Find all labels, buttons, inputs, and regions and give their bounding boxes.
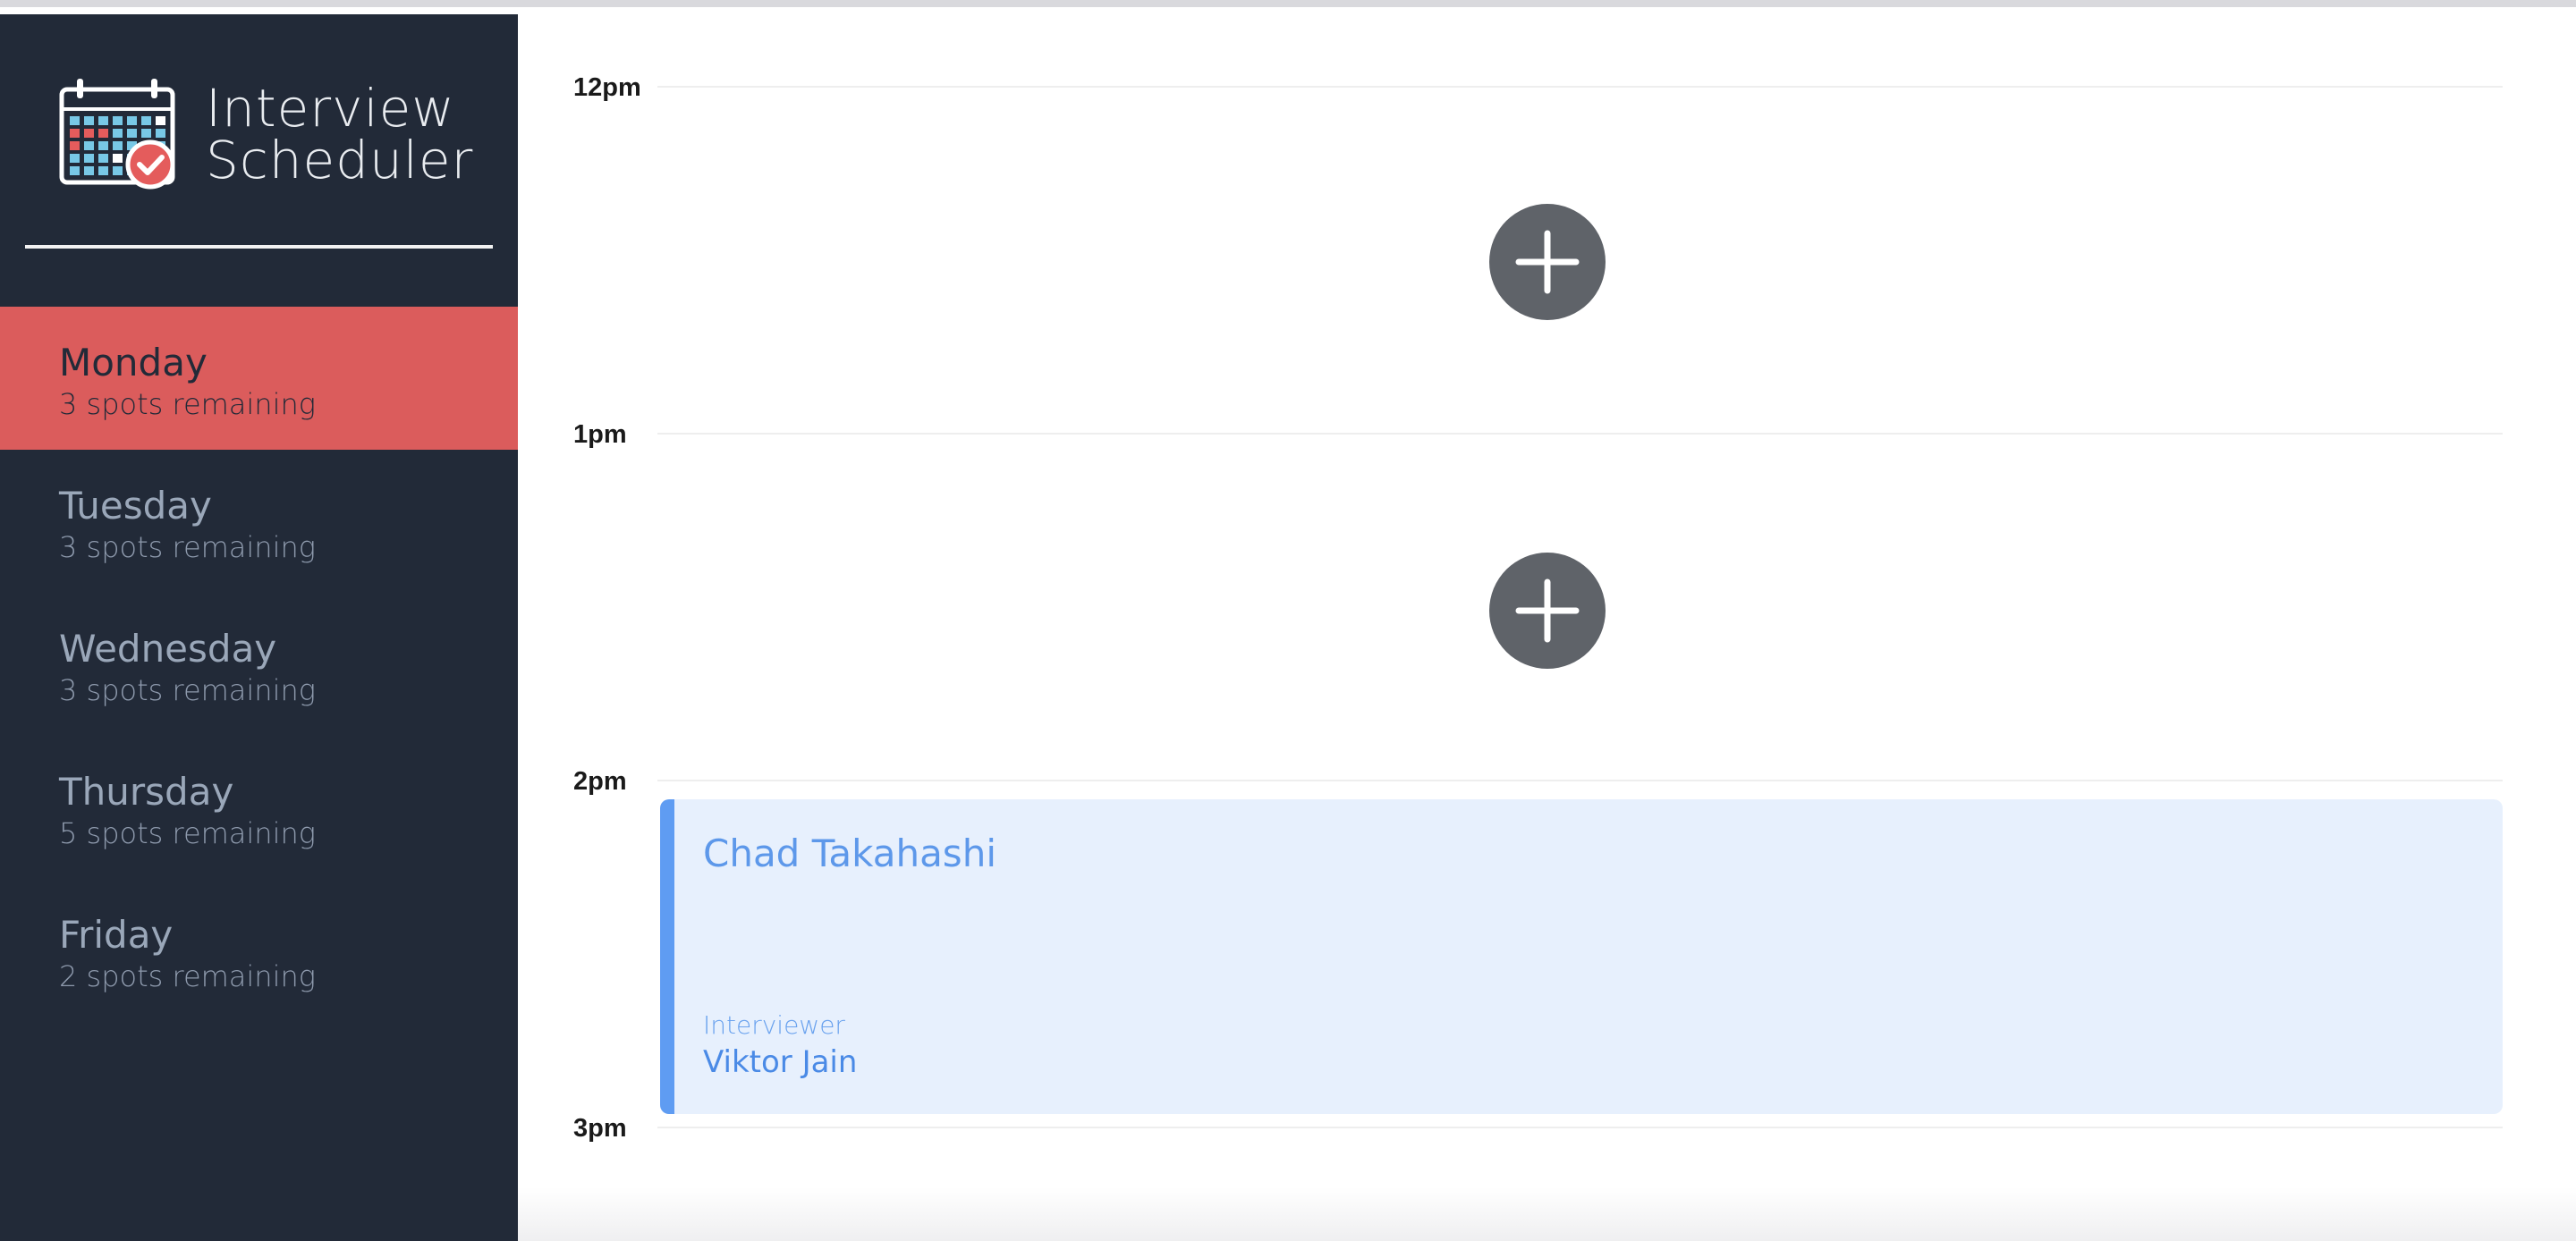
calendar-cell xyxy=(70,129,80,138)
time-label-12pm: 12pm xyxy=(573,73,641,102)
calendar-cell xyxy=(84,154,94,163)
app-window: Interview Scheduler Monday 3 spots remai… xyxy=(0,0,2576,1241)
calendar-cell xyxy=(113,129,123,138)
calendar-cell xyxy=(98,154,108,163)
calendar-cell xyxy=(70,141,80,150)
sidebar: Interview Scheduler Monday 3 spots remai… xyxy=(0,14,518,1241)
calendar-cell xyxy=(113,141,123,150)
calendar-cell xyxy=(84,116,94,125)
day-spots-remaining: 3 spots remaining xyxy=(59,387,316,421)
day-spots-remaining: 5 spots remaining xyxy=(59,816,316,850)
scroll-fade xyxy=(518,1187,2576,1241)
time-label-3pm: 3pm xyxy=(573,1114,627,1143)
student-name: Chad Takahashi xyxy=(703,832,996,875)
interviewer-name: Viktor Jain xyxy=(703,1044,858,1080)
add-appointment-button[interactable] xyxy=(1489,553,1606,669)
time-label-2pm: 2pm xyxy=(573,767,627,796)
day-name: Thursday xyxy=(59,770,234,814)
calendar-cell xyxy=(70,116,80,125)
time-label-1pm: 1pm xyxy=(573,420,627,449)
day-spots-remaining: 3 spots remaining xyxy=(59,673,316,707)
interviewer-label: Interviewer xyxy=(703,1010,845,1040)
calendar-check-icon xyxy=(59,79,175,190)
calendar-cell xyxy=(113,166,123,175)
calendar-cell xyxy=(98,166,108,175)
plus-icon xyxy=(1515,578,1580,643)
calendar-cell xyxy=(98,116,108,125)
app-title-line2: Scheduler xyxy=(206,130,474,190)
app-title: Interview Scheduler xyxy=(206,82,473,186)
calendar-cell xyxy=(84,141,94,150)
calendar-cell xyxy=(70,166,80,175)
calendar-cell xyxy=(127,129,137,138)
day-name: Friday xyxy=(59,913,174,957)
day-list: Monday 3 spots remaining Tuesday 3 spots… xyxy=(0,307,518,1022)
add-appointment-button[interactable] xyxy=(1489,204,1606,320)
day-item-thursday[interactable]: Thursday 5 spots remaining xyxy=(0,736,518,879)
calendar-cell xyxy=(156,129,165,138)
day-name: Monday xyxy=(59,341,208,384)
time-divider xyxy=(657,780,2503,781)
calendar-cell xyxy=(84,129,94,138)
calendar-cell xyxy=(113,154,123,163)
day-item-wednesday[interactable]: Wednesday 3 spots remaining xyxy=(0,593,518,736)
calendar-cell xyxy=(84,166,94,175)
calendar-cell xyxy=(113,116,123,125)
day-spots-remaining: 3 spots remaining xyxy=(59,530,316,564)
day-name: Tuesday xyxy=(59,484,212,528)
calendar-cell xyxy=(98,141,108,150)
day-spots-remaining: 2 spots remaining xyxy=(59,959,316,993)
calendar-cell xyxy=(127,116,137,125)
time-divider xyxy=(657,433,2503,435)
sidebar-divider xyxy=(25,245,493,249)
day-item-tuesday[interactable]: Tuesday 3 spots remaining xyxy=(0,450,518,593)
time-divider xyxy=(657,1127,2503,1128)
calendar-cell xyxy=(70,154,80,163)
schedule: 12pm 1pm 2pm Chad Takahashi Interviewer … xyxy=(518,14,2576,1241)
time-divider xyxy=(657,86,2503,88)
app-title-line1: Interview xyxy=(206,78,455,139)
calendar-cell xyxy=(98,129,108,138)
day-item-friday[interactable]: Friday 2 spots remaining xyxy=(0,879,518,1022)
calendar-cell xyxy=(141,116,151,125)
appointment-card[interactable]: Chad Takahashi Interviewer Viktor Jain xyxy=(660,799,2503,1114)
calendar-cell xyxy=(156,116,165,125)
day-name: Wednesday xyxy=(59,627,277,671)
day-item-monday[interactable]: Monday 3 spots remaining xyxy=(0,307,518,450)
plus-icon xyxy=(1515,230,1580,294)
calendar-cell xyxy=(141,129,151,138)
